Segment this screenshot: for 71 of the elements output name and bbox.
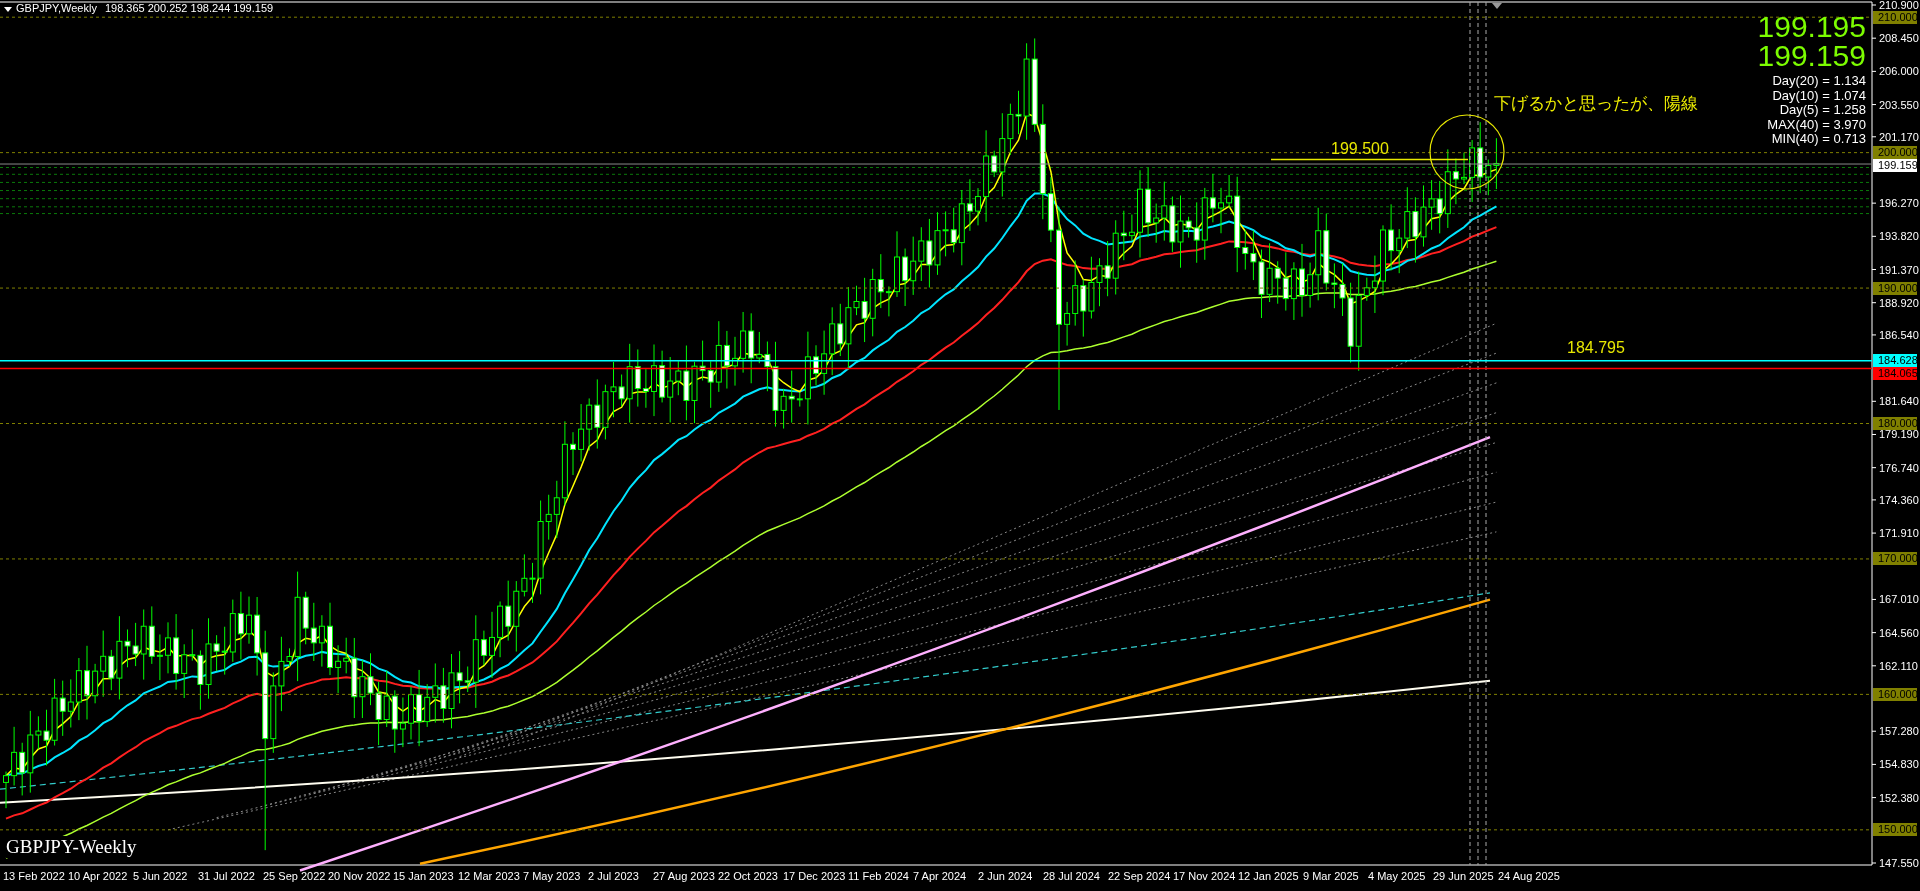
- time-label: 17 Dec 2023: [783, 870, 847, 883]
- price-tag: 184.628: [1873, 354, 1917, 368]
- stat-line: MIN(40) = 0.713: [1771, 132, 1866, 147]
- price-tick-label: 203.550: [1879, 98, 1919, 111]
- time-label: 2 Jun 2024: [978, 870, 1034, 883]
- price-tick-label: 152.380: [1879, 791, 1919, 804]
- time-label: 9 Mar 2025: [1303, 870, 1360, 883]
- time-label: 29 Jun 2025: [1433, 870, 1495, 883]
- bid-price: 199.195: [1757, 12, 1866, 41]
- price-tick-label: 171.910: [1879, 527, 1919, 540]
- price-tag: 180.000: [1873, 417, 1917, 430]
- price-tick-label: 191.370: [1879, 263, 1919, 276]
- price-tag: 210.000: [1873, 10, 1917, 24]
- time-label: 20 Nov 2022: [328, 870, 392, 883]
- price-annotation: 199.500: [1331, 140, 1389, 158]
- stat-line: MAX(40) = 3.970: [1766, 117, 1866, 132]
- price-tag: 190.000: [1873, 281, 1917, 295]
- price-tag: 150.000: [1873, 823, 1917, 837]
- time-label: 12 Jan 2025: [1238, 870, 1300, 883]
- price-tick-label: 162.110: [1879, 659, 1918, 672]
- price-tag: 160.000: [1873, 687, 1917, 701]
- price-tick-label: 196.270: [1879, 197, 1919, 210]
- price-tick-label: 188.920: [1879, 296, 1919, 309]
- time-label: 7 May 2023: [523, 870, 582, 883]
- stat-line: Day(20) = 1.134: [1771, 74, 1866, 89]
- stat-line: Day(10) = 1.074: [1771, 88, 1866, 103]
- price-tick-label: 193.820: [1879, 230, 1919, 243]
- time-label: 17 Nov 2024: [1173, 870, 1237, 883]
- time-label: 11 Feb 2024: [848, 870, 910, 883]
- price-tick-label: 201.170: [1879, 130, 1919, 143]
- last-price: 199.159: [1757, 41, 1866, 70]
- time-label: 13 Feb 2022: [3, 870, 66, 883]
- price-tick-label: 164.560: [1879, 626, 1919, 639]
- time-label: 27 Aug 2023: [653, 870, 716, 883]
- comment-text: 下げるかと思ったが、陽線: [1494, 93, 1698, 113]
- time-label: 22 Oct 2023: [718, 870, 779, 883]
- shift-marker-icon: [1492, 3, 1502, 9]
- time-label: 31 Jul 2022: [198, 870, 256, 883]
- ohlc-values: 198.365 200.252 198.244 199.159: [104, 2, 274, 14]
- price-tag: 170.000: [1873, 552, 1917, 566]
- time-label: 24 Aug 2025: [1498, 870, 1561, 883]
- price-tick-label: 167.010: [1879, 593, 1919, 606]
- time-label: 7 Apr 2024: [913, 870, 968, 883]
- time-label: 25 Sep 2022: [263, 870, 327, 883]
- price-tick-label: 179.190: [1879, 428, 1919, 441]
- price-tick-label: 206.000: [1879, 65, 1919, 78]
- price-tick-label: 147.550: [1879, 857, 1919, 869]
- stat-line: Day(5) = 1.258: [1779, 103, 1866, 118]
- price-tick-label: 154.830: [1879, 758, 1919, 771]
- price-tag: 184.065: [1873, 367, 1917, 381]
- price-tag: 199.159: [1873, 159, 1917, 173]
- price-tick-label: 157.280: [1879, 725, 1919, 738]
- price-tick-label: 210.900: [1879, 0, 1919, 11]
- price-tick-label: 208.450: [1879, 32, 1919, 45]
- price-annotation: 184.795: [1567, 338, 1625, 356]
- price-tick-label: 174.360: [1879, 493, 1919, 506]
- time-label: 10 Apr 2022: [68, 870, 129, 883]
- time-label: 4 May 2025: [1368, 870, 1427, 883]
- time-label: 15 Jan 2023: [393, 870, 455, 883]
- time-label: 2 Jul 2023: [588, 870, 640, 883]
- time-label: 22 Sep 2024: [1108, 870, 1172, 883]
- price-tag: 200.000: [1873, 146, 1917, 160]
- price-tick-label: 186.540: [1879, 328, 1919, 341]
- price-tick-label: 181.640: [1879, 395, 1919, 408]
- time-label: 28 Jul 2024: [1043, 870, 1101, 883]
- dropdown-triangle-icon[interactable]: [4, 6, 12, 12]
- chart-label: GBPJPY-Weekly: [6, 836, 137, 858]
- time-label: 5 Jun 2022: [133, 870, 189, 883]
- price-tick-label: 176.740: [1879, 461, 1919, 474]
- symbol-title: GBPJPY,Weekly: [16, 2, 97, 14]
- time-label: 12 Mar 2023: [458, 870, 521, 883]
